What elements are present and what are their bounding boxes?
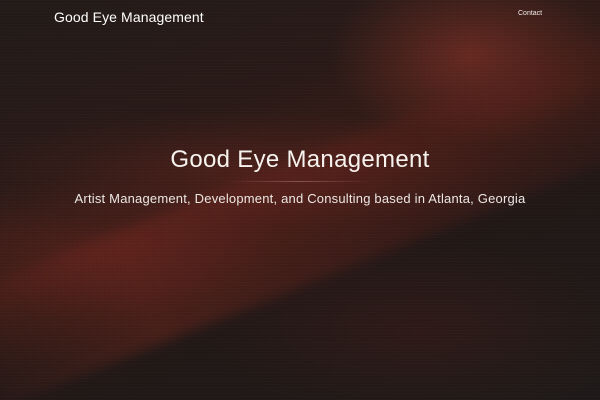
hero-title: Good Eye Management: [170, 146, 430, 173]
hero-divider: [225, 181, 375, 182]
site-header: Good Eye Management Contact: [0, 0, 600, 34]
hero-section: Good Eye Management Artist Management, D…: [0, 146, 600, 206]
site-title-link[interactable]: Good Eye Management: [54, 9, 204, 25]
hero-subtitle: Artist Management, Development, and Cons…: [74, 191, 526, 206]
nav-link-contact[interactable]: Contact: [518, 10, 542, 17]
